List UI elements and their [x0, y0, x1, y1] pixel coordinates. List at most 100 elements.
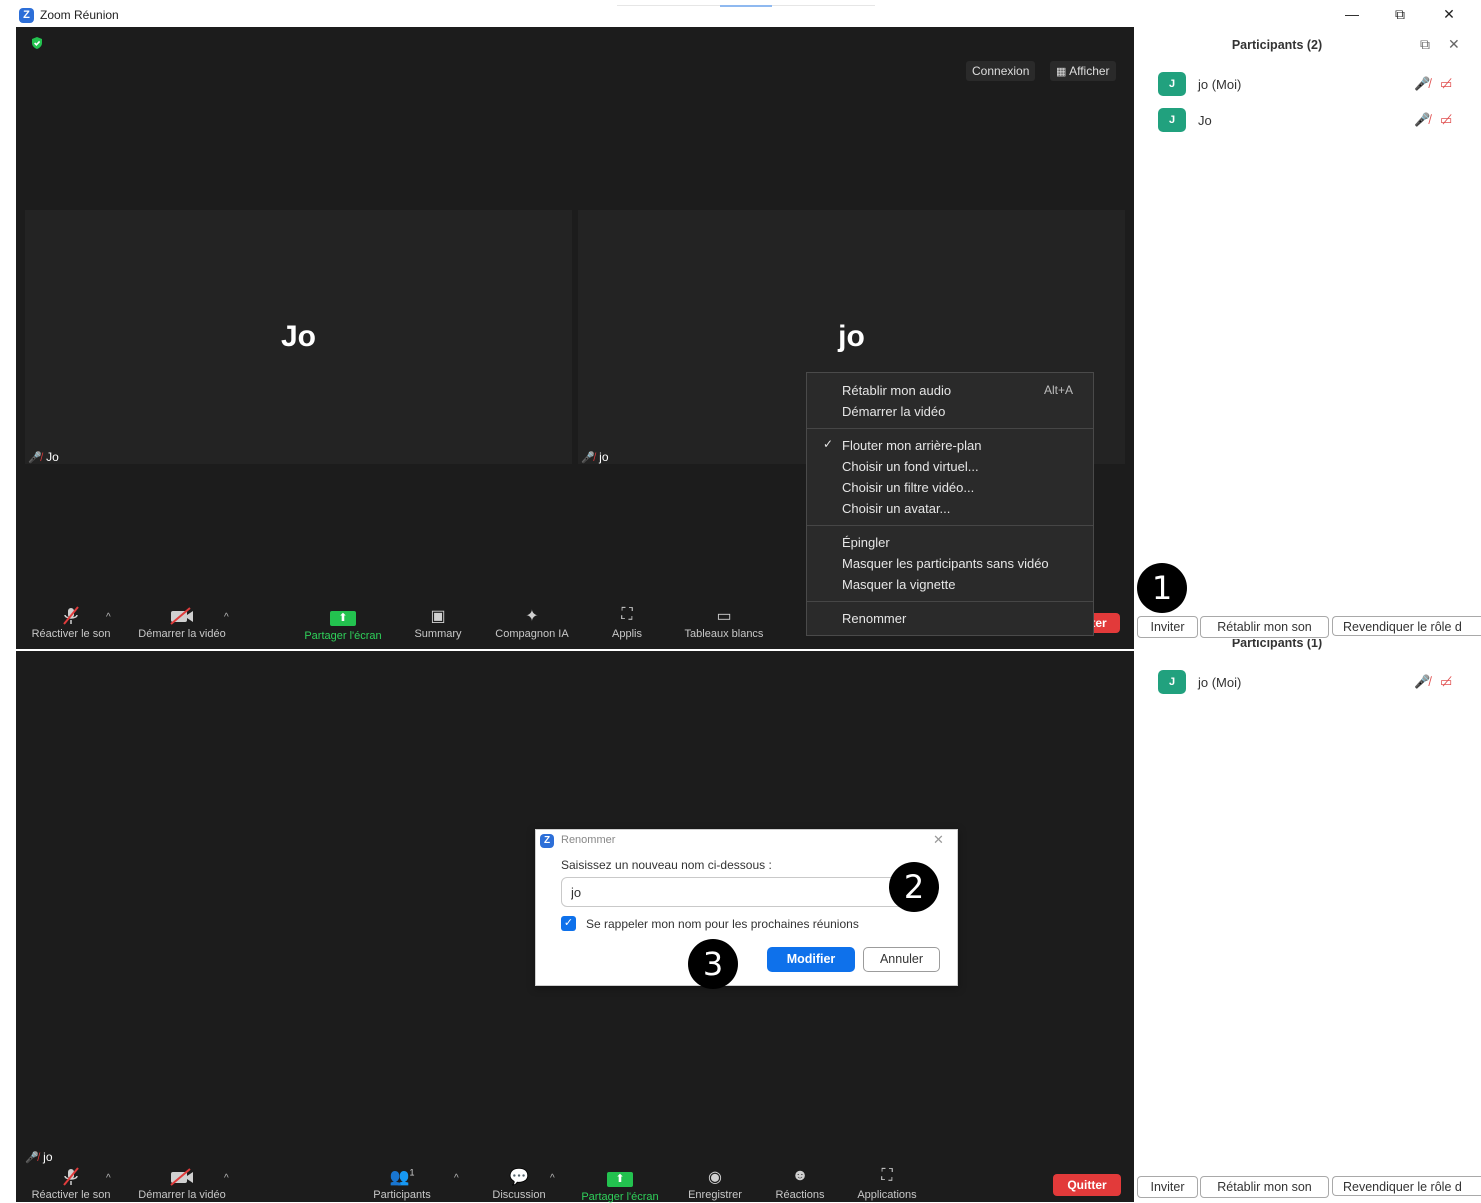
share-screen-button[interactable]: ⬆ Partager l'écran [572, 1169, 668, 1203]
rename-prompt: Saisissez un nouveau nom ci-dessous : [561, 858, 772, 872]
unmute-self-button[interactable]: Rétablir mon son [1200, 616, 1329, 638]
mic-off-icon [24, 1167, 118, 1187]
participant-name: jo (Moi) [1198, 675, 1242, 690]
chevron-up-icon[interactable]: ^ [106, 1173, 111, 1184]
new-name-input[interactable] [561, 877, 906, 907]
share-screen-button[interactable]: ⬆ Partager l'écran [294, 608, 392, 642]
step-badge: 1 [1137, 563, 1187, 613]
remember-name-checkbox[interactable]: ✓ [561, 916, 576, 931]
whiteboards-button[interactable]: ▭ Tableaux blancs [674, 606, 774, 640]
chat-button[interactable]: 💬 Discussion [486, 1167, 552, 1201]
menu-item-pin[interactable]: Épingler [842, 535, 890, 550]
mic-off-icon: 🎤̸ [1414, 112, 1431, 127]
zoom-logo-icon: Z [540, 834, 554, 848]
menu-item-video-filter[interactable]: Choisir un filtre vidéo... [842, 480, 974, 495]
whiteboard-icon: ▭ [716, 608, 732, 625]
chevron-up-icon[interactable]: ^ [454, 1173, 459, 1184]
remember-name-label: Se rappeler mon nom pour les prochaines … [586, 917, 859, 931]
grid-icon: ▦ [1056, 66, 1067, 78]
participants-count: 1 [409, 1167, 415, 1178]
chevron-up-icon[interactable]: ^ [106, 612, 111, 623]
menu-item-start-video[interactable]: Démarrer la vidéo [842, 404, 945, 419]
menu-item-avatar[interactable]: Choisir un avatar... [842, 501, 950, 516]
participant-row[interactable]: J Jo 🎤̸ ▭̸ [1134, 108, 1481, 134]
summary-button[interactable]: ▣ Summary [404, 606, 472, 640]
invite-button[interactable]: Inviter [1137, 1176, 1198, 1198]
invite-button[interactable]: Inviter [1137, 616, 1198, 638]
window-title: Zoom Réunion [40, 8, 119, 22]
modify-button[interactable]: Modifier [767, 947, 855, 972]
chevron-up-icon[interactable]: ^ [550, 1173, 555, 1184]
unmute-label: Réactiver le son [31, 628, 111, 640]
chat-icon: 💬 [509, 1169, 529, 1186]
connexion-button[interactable]: Connexion [966, 61, 1036, 81]
menu-item-blur-background[interactable]: Flouter mon arrière-plan [842, 438, 981, 453]
pop-out-icon[interactable]: ⧉ [1420, 36, 1430, 53]
step-badge: 3 [688, 939, 738, 989]
unmute-self-button[interactable]: Rétablir mon son [1200, 1176, 1329, 1198]
apps-label: Applis [612, 628, 642, 640]
unmute-button[interactable]: Réactiver le son [24, 1167, 118, 1201]
chevron-up-icon[interactable]: ^ [224, 612, 229, 623]
participants-title: Participants (1) [1231, 639, 1323, 650]
self-view-label: 🎤̸ jo [25, 1150, 53, 1164]
close-window-button[interactable]: ✕ [1434, 4, 1464, 24]
view-button-label: Afficher [1069, 64, 1110, 78]
share-screen-label: Partager l'écran [581, 1191, 659, 1203]
record-icon: ◉ [708, 1169, 722, 1186]
sparkle-icon: ✦ [525, 608, 539, 625]
view-button[interactable]: ▦ Afficher [1050, 61, 1116, 81]
apps-icon: ⛶ [621, 606, 633, 623]
restore-button[interactable]: ⧉ [1385, 4, 1415, 24]
participants-panel: Participants (2) ⧉ ✕ J jo (Moi) 🎤̸ ▭̸ J … [1134, 27, 1481, 649]
menu-divider [807, 428, 1093, 429]
menu-item-hide-non-video[interactable]: Masquer les participants sans vidéo [842, 556, 1049, 571]
avatar: J [1158, 108, 1186, 132]
ai-companion-label: Compagnon IA [495, 628, 569, 640]
chevron-up-icon[interactable]: ^ [224, 1173, 229, 1184]
check-icon: ✓ [823, 437, 834, 451]
start-video-button[interactable]: Démarrer la vidéo [130, 1167, 234, 1201]
video-off-icon: ▭̸ [1440, 76, 1453, 91]
participant-row[interactable]: J jo (Moi) 🎤̸ ▭̸ [1134, 72, 1481, 98]
applications-button[interactable]: ⛶ Applications [848, 1167, 926, 1201]
participant-name: jo (Moi) [1198, 77, 1242, 92]
video-tile[interactable]: Jo 🎤̸ Jo [25, 210, 572, 464]
title-tab-indicator [720, 5, 772, 7]
unmute-button[interactable]: Réactiver le son [24, 606, 118, 640]
apps-icon: ⛶ [881, 1167, 893, 1184]
video-off-icon: ▭̸ [1440, 674, 1453, 689]
menu-divider [807, 601, 1093, 602]
reactions-button[interactable]: ☻ Réactions [766, 1167, 834, 1201]
video-off-icon: ▭̸ [1440, 112, 1453, 127]
ai-companion-button[interactable]: ✦ Compagnon IA [486, 606, 578, 640]
start-video-label: Démarrer la vidéo [138, 1189, 226, 1201]
video-off-icon [130, 606, 234, 626]
participants-button[interactable]: 👥1 Participants [364, 1167, 440, 1201]
menu-item-virtual-background[interactable]: Choisir un fond virtuel... [842, 459, 979, 474]
menu-item-restore-audio[interactable]: Rétablir mon audio [842, 383, 951, 398]
close-dialog-icon[interactable]: ✕ [933, 832, 944, 848]
claim-host-button[interactable]: Revendiquer le rôle d [1332, 616, 1481, 636]
claim-host-button[interactable]: Revendiquer le rôle d [1332, 1176, 1481, 1196]
apps-button[interactable]: ⛶ Applis [602, 606, 652, 640]
start-video-button[interactable]: Démarrer la vidéo [130, 606, 234, 640]
participant-name: Jo [1198, 113, 1212, 128]
menu-item-rename[interactable]: Renommer [842, 611, 906, 626]
share-screen-icon: ⬆ [294, 608, 392, 628]
menu-item-hide-self-view[interactable]: Masquer la vignette [842, 577, 955, 592]
quit-button[interactable]: Quitter [1053, 1174, 1121, 1196]
dialog-title: Renommer [561, 834, 616, 846]
record-button[interactable]: ◉ Enregistrer [680, 1167, 750, 1201]
close-panel-icon[interactable]: ✕ [1448, 36, 1460, 53]
applications-label: Applications [857, 1189, 917, 1201]
shield-icon [30, 36, 44, 50]
minimize-button[interactable]: — [1337, 4, 1367, 24]
chat-label: Discussion [492, 1189, 546, 1201]
menu-shortcut: Alt+A [1044, 383, 1074, 397]
cancel-button[interactable]: Annuler [863, 947, 940, 972]
mic-off-icon: 🎤̸ [1414, 76, 1431, 91]
participant-row[interactable]: J jo (Moi) 🎤̸ ▭̸ [1134, 670, 1481, 696]
participants-icon: 👥1 [389, 1167, 415, 1186]
whiteboards-label: Tableaux blancs [684, 628, 764, 640]
